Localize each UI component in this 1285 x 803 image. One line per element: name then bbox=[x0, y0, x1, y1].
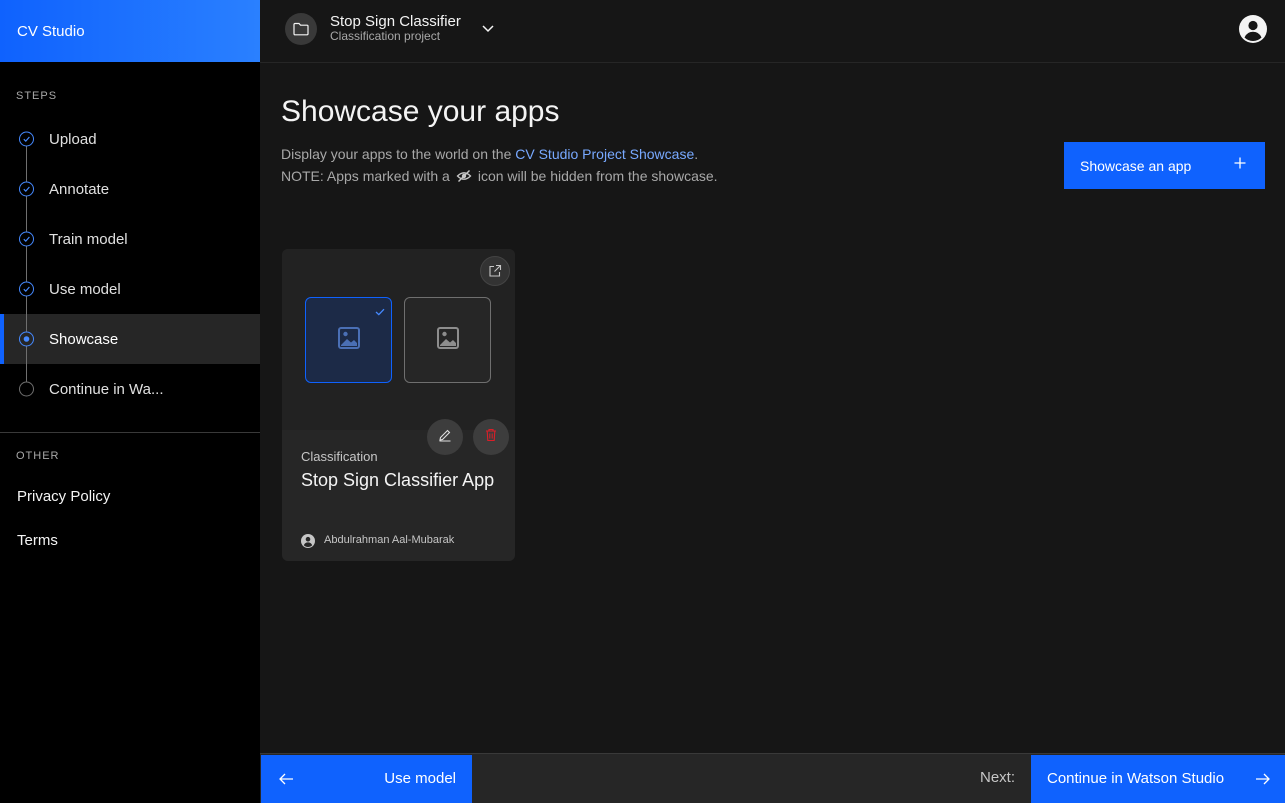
user-avatar-icon bbox=[301, 534, 315, 548]
project-name: Stop Sign Classifier bbox=[330, 13, 461, 30]
step-train-model[interactable]: Train model bbox=[0, 214, 260, 264]
step-label: Train model bbox=[49, 230, 128, 248]
eye-slash-icon bbox=[456, 169, 472, 183]
pending-step-icon bbox=[19, 381, 34, 397]
open-in-new-icon[interactable] bbox=[480, 256, 510, 286]
folder-icon bbox=[285, 13, 317, 45]
trash-icon bbox=[484, 428, 498, 447]
steps-list: Upload Annotate Train model Use model Sh… bbox=[0, 114, 260, 414]
current-step-icon bbox=[19, 331, 34, 347]
thumbnail-selected[interactable] bbox=[305, 297, 392, 383]
checkmark-icon bbox=[375, 303, 385, 321]
card-author: Abdulrahman Aal-Mubarak bbox=[324, 534, 455, 546]
description-text: Display your apps to the world on the bbox=[281, 146, 512, 162]
note-text: NOTE: Apps marked with a bbox=[281, 168, 450, 184]
top-bar: Stop Sign Classifier Classification proj… bbox=[260, 0, 1285, 63]
step-upload[interactable]: Upload bbox=[0, 114, 260, 164]
image-icon bbox=[436, 326, 460, 355]
card-category: Classification bbox=[301, 449, 378, 464]
back-button[interactable]: Use model bbox=[261, 755, 472, 803]
plus-icon bbox=[1233, 156, 1247, 173]
check-circle-icon bbox=[19, 231, 34, 247]
sidebar: CV Studio STEPS Upload Annotate Train mo… bbox=[0, 0, 260, 803]
step-use-model[interactable]: Use model bbox=[0, 264, 260, 314]
app-name: CV Studio bbox=[17, 22, 85, 40]
step-annotate[interactable]: Annotate bbox=[0, 164, 260, 214]
thumbnail[interactable] bbox=[404, 297, 491, 383]
next-label: Next: bbox=[980, 769, 1016, 786]
app-brand[interactable]: CV Studio bbox=[0, 0, 260, 62]
privacy-policy-link[interactable]: Privacy Policy bbox=[17, 488, 110, 505]
step-label: Use model bbox=[49, 280, 121, 298]
step-label: Showcase bbox=[49, 330, 119, 348]
other-section-label: OTHER bbox=[16, 450, 60, 462]
chevron-down-icon[interactable] bbox=[480, 20, 496, 36]
step-showcase[interactable]: Showcase bbox=[0, 314, 260, 364]
check-circle-icon bbox=[19, 181, 34, 197]
step-label: Annotate bbox=[49, 180, 110, 198]
next-button-label: Continue in Watson Studio bbox=[1047, 770, 1225, 787]
step-label: Continue in Wa... bbox=[49, 380, 164, 398]
main-content: Showcase your apps Display your apps to … bbox=[260, 63, 1285, 753]
showcase-an-app-button[interactable]: Showcase an app bbox=[1064, 142, 1265, 189]
showcase-description: Display your apps to the world on the CV… bbox=[281, 146, 698, 162]
project-showcase-link[interactable]: CV Studio Project Showcase bbox=[515, 146, 694, 162]
step-continue-in-watson[interactable]: Continue in Wa... bbox=[0, 364, 260, 414]
pencil-icon bbox=[438, 428, 452, 447]
delete-button[interactable] bbox=[473, 419, 509, 455]
image-icon bbox=[337, 326, 361, 355]
terms-link[interactable]: Terms bbox=[17, 532, 58, 549]
steps-section-label: STEPS bbox=[16, 90, 58, 102]
step-label: Upload bbox=[49, 130, 97, 148]
footer-nav: Use model Next: Continue in Watson Studi… bbox=[260, 753, 1285, 803]
back-button-label: Use model bbox=[384, 770, 456, 787]
next-button[interactable]: Continue in Watson Studio bbox=[1031, 755, 1285, 803]
check-circle-icon bbox=[19, 281, 34, 297]
showcase-button-label: Showcase an app bbox=[1080, 157, 1192, 174]
project-type: Classification project bbox=[330, 29, 441, 43]
edit-button[interactable] bbox=[427, 419, 463, 455]
card-title: Stop Sign Classifier App bbox=[301, 470, 495, 490]
sidebar-divider bbox=[0, 432, 260, 433]
check-circle-icon bbox=[19, 131, 34, 147]
arrow-right-icon bbox=[1255, 772, 1271, 790]
steps-connector-line bbox=[26, 139, 27, 389]
user-avatar-icon[interactable] bbox=[1239, 15, 1267, 43]
page-title: Showcase your apps bbox=[281, 95, 560, 128]
arrow-left-icon bbox=[278, 772, 294, 790]
app-card[interactable]: Classification Stop Sign Classifier App … bbox=[282, 249, 515, 561]
note-suffix: icon will be hidden from the showcase. bbox=[477, 168, 718, 184]
description-suffix: . bbox=[694, 146, 699, 162]
hidden-note: NOTE: Apps marked with a icon will be hi… bbox=[281, 168, 718, 184]
